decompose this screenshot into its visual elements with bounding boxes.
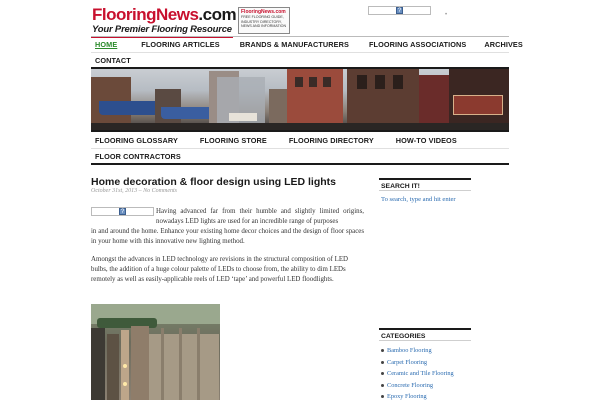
category-link[interactable]: Concrete Flooring (379, 380, 471, 392)
primary-nav-row: CONTACT (91, 53, 509, 69)
nav-item-contact[interactable]: CONTACT (91, 56, 135, 65)
logo-wordmark-red: FlooringNews (92, 5, 199, 24)
secondary-nav: FLOORING GLOSSARY FLOORING STORE FLOORIN… (91, 130, 509, 165)
nav-item-flooring-articles[interactable]: FLOORING ARTICLES (137, 40, 223, 49)
nav-item-flooring-directory[interactable]: FLOORING DIRECTORY (285, 136, 378, 145)
nav-item-flooring-associations[interactable]: FLOORING ASSOCIATIONS (365, 40, 470, 49)
search-submit-icon[interactable]: ? (396, 7, 403, 14)
category-link[interactable]: Bamboo Flooring (379, 345, 471, 357)
badge-title: FlooringNews.com (241, 9, 286, 15)
post-meta: October 31st, 2013 – No Comments (91, 188, 177, 194)
header-dot: • (445, 12, 448, 18)
category-link[interactable]: Carpet Flooring (379, 357, 471, 369)
header-banner-image (91, 69, 509, 130)
header-badge: FlooringNews.com FREE FLOORING GUIDE, IN… (238, 7, 290, 34)
category-link[interactable]: Ceramic and Tile Flooring (379, 368, 471, 380)
badge-line: NEWS AND INFORMATION (241, 24, 287, 28)
nav-item-home[interactable]: HOME (91, 40, 121, 49)
site-logo[interactable]: FlooringNews.com Your Premier Flooring R… (91, 5, 237, 38)
post-paragraph: Having advanced far from their humble an… (156, 208, 364, 225)
sidebar-search-widget: SEARCH IT! To search, type and hit enter (379, 178, 471, 208)
sidebar-categories-widget: CATEGORIES Bamboo Flooring Carpet Floori… (379, 328, 471, 400)
site-header: FlooringNews.com Your Premier Flooring R… (91, 5, 511, 38)
logo-tagline: Your Premier Flooring Resource (92, 24, 232, 35)
primary-nav-row: HOME FLOORING ARTICLES BRANDS & MANUFACT… (91, 37, 523, 53)
secondary-nav-row: FLOORING GLOSSARY FLOORING STORE FLOORIN… (91, 132, 509, 149)
nav-item-floor-contractors[interactable]: FLOOR CONTRACTORS (91, 152, 185, 161)
nav-item-archives[interactable]: ARCHIVES (480, 40, 527, 49)
primary-nav: HOME FLOORING ARTICLES BRANDS & MANUFACT… (91, 36, 523, 69)
badge-line: FREE FLOORING GUIDE, (241, 15, 284, 19)
category-list: Bamboo Flooring Carpet Flooring Ceramic … (379, 341, 471, 400)
category-link[interactable]: Epoxy Flooring (379, 391, 471, 400)
post-image (91, 304, 220, 400)
logo-wordmark: FlooringNews.com (92, 5, 237, 25)
post-title[interactable]: Home decoration & floor design using LED… (91, 176, 336, 188)
post-comments-link[interactable]: No Comments (143, 188, 177, 194)
post-paragraph: Amongst the advances in LED technology a… (91, 256, 348, 283)
sidebar-categories-title: CATEGORIES (379, 328, 471, 341)
secondary-nav-row: FLOOR CONTRACTORS (91, 149, 509, 165)
logo-wordmark-dark: .com (198, 5, 237, 24)
nav-item-brands-manufacturers[interactable]: BRANDS & MANUFACTURERS (236, 40, 353, 49)
sidebar-search-input[interactable]: To search, type and hit enter (379, 191, 471, 208)
header-search-input[interactable]: ? (368, 6, 431, 15)
inline-submit-icon[interactable]: ? (119, 208, 126, 215)
post-inline-search-input[interactable]: ? (91, 207, 154, 216)
sidebar-search-title: SEARCH IT! (379, 178, 471, 191)
post-date: October 31st, 2013 (91, 188, 138, 194)
post-paragraph: in and around the home. Enhance your exi… (91, 228, 364, 245)
nav-item-how-to-videos[interactable]: HOW-TO VIDEOS (392, 136, 461, 145)
nav-item-flooring-glossary[interactable]: FLOORING GLOSSARY (91, 136, 182, 145)
nav-item-flooring-store[interactable]: FLOORING STORE (196, 136, 271, 145)
